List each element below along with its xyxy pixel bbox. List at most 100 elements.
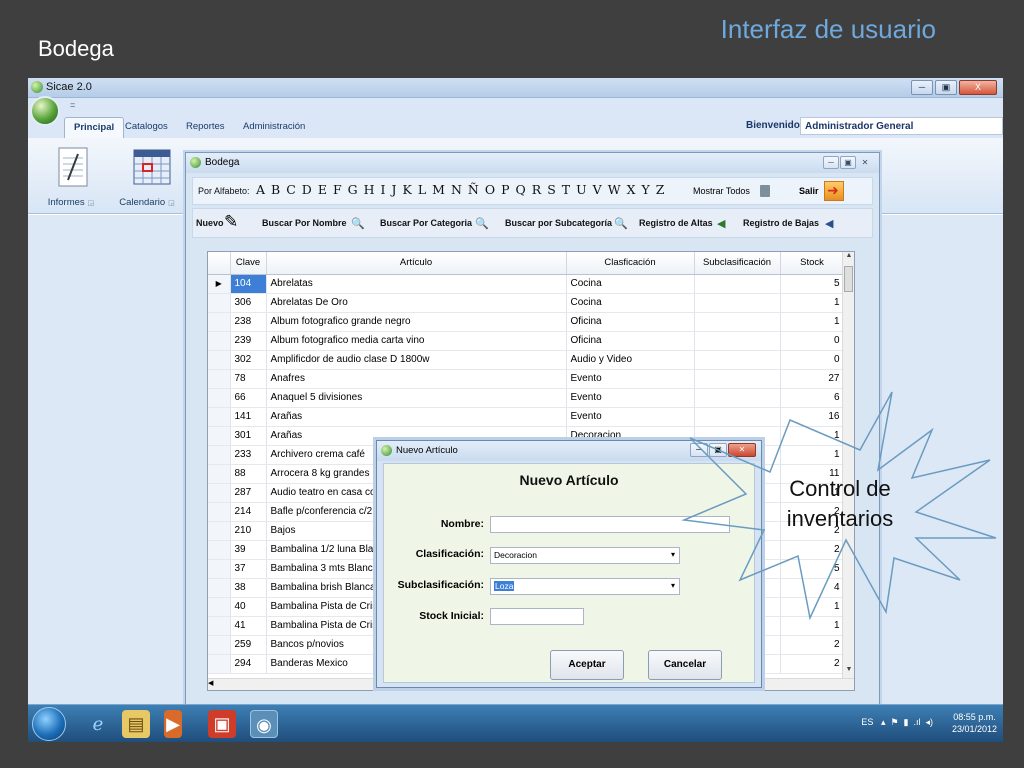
new-button[interactable]: Nuevo	[196, 218, 224, 228]
expander-icon[interactable]: ◲	[168, 200, 175, 207]
letter-filter-v[interactable]: V	[590, 182, 605, 197]
exit-button[interactable]: Salir	[799, 186, 819, 196]
ribbon-group-calendario[interactable]: Calendario ◲	[112, 140, 182, 210]
cell-clave[interactable]: 40	[230, 597, 267, 617]
scroll-up-icon[interactable]: ▲	[843, 252, 854, 264]
letter-filter-o[interactable]: O	[482, 182, 498, 197]
cell-stock[interactable]: 2	[780, 635, 845, 655]
column-header-stock[interactable]: Stock	[780, 252, 845, 275]
row-header[interactable]	[208, 540, 231, 560]
row-header[interactable]	[208, 407, 231, 427]
search-by-category-button[interactable]: Buscar Por Categoria	[380, 218, 472, 228]
maximize-button[interactable]: ▣	[840, 156, 856, 169]
letter-filter-b[interactable]: B	[268, 182, 283, 197]
powerpoint-icon[interactable]: ▣	[208, 710, 236, 738]
cell-clave[interactable]: 39	[230, 540, 267, 560]
quick-access-toolbar[interactable]: =	[70, 100, 75, 110]
letter-filter-d[interactable]: D	[299, 182, 315, 197]
tab-administracion[interactable]: Administración	[243, 121, 305, 132]
cell-stock[interactable]: 0	[780, 350, 845, 370]
row-header[interactable]	[208, 578, 231, 598]
letter-filter-k[interactable]: K	[400, 182, 415, 197]
language-indicator[interactable]: ES	[861, 717, 873, 727]
letter-filter-j[interactable]: J	[389, 182, 400, 197]
cell-clave[interactable]: 78	[230, 369, 267, 389]
cell-subclasificacion[interactable]	[694, 312, 781, 332]
cell-articulo[interactable]: Abrelatas	[266, 274, 567, 294]
column-header-clave[interactable]: Clave	[230, 252, 267, 275]
row-header[interactable]	[208, 331, 231, 351]
row-header[interactable]	[208, 464, 231, 484]
cell-clave[interactable]: 238	[230, 312, 267, 332]
stock-field[interactable]	[490, 608, 584, 625]
letter-filter-u[interactable]: U	[573, 182, 590, 197]
cell-articulo[interactable]: Album fotografico media carta vino	[266, 331, 567, 351]
row-header[interactable]	[208, 369, 231, 389]
letter-filter-ñ[interactable]: Ñ	[465, 182, 482, 197]
row-header[interactable]	[208, 388, 231, 408]
letter-filter-a[interactable]: A	[253, 182, 268, 197]
letter-filter-t[interactable]: T	[559, 182, 573, 197]
cell-articulo[interactable]: Anafres	[266, 369, 567, 389]
row-header[interactable]: ▶	[208, 274, 231, 294]
cell-clave[interactable]: 239	[230, 331, 267, 351]
search-by-name-button[interactable]: Buscar Por Nombre	[262, 218, 347, 228]
table-row[interactable]: 238 Album fotografico grande negro Oficina…	[208, 312, 845, 332]
accept-button[interactable]: Aceptar	[550, 650, 624, 680]
minimize-button[interactable]: ─	[911, 80, 933, 95]
letter-filter-n[interactable]: N	[448, 182, 465, 197]
cell-clasificacion[interactable]: Cocina	[566, 274, 695, 294]
cell-stock[interactable]: 2	[780, 654, 845, 674]
internet-explorer-icon[interactable]: ℯ	[84, 710, 112, 738]
folder-icon[interactable]: ▤	[122, 710, 150, 738]
media-player-icon[interactable]: ▶	[164, 710, 182, 738]
application-menu-orb[interactable]	[30, 96, 60, 126]
letter-filter-y[interactable]: Y	[638, 182, 652, 197]
column-header-subclasificacion[interactable]: Subclasificación	[694, 252, 781, 275]
close-button[interactable]: X	[959, 80, 997, 95]
scroll-left-icon[interactable]: ◀	[208, 680, 213, 687]
letter-filter-x[interactable]: X	[624, 182, 639, 197]
column-header-articulo[interactable]: Artículo	[266, 252, 567, 275]
scroll-thumb[interactable]	[844, 266, 853, 292]
cell-clave[interactable]: 88	[230, 464, 267, 484]
letter-filter-f[interactable]: F	[330, 182, 345, 197]
letter-filter-c[interactable]: C	[283, 182, 299, 197]
edit-document-icon[interactable]: ✎	[224, 212, 238, 232]
table-row[interactable]: 306 Abrelatas De Oro Cocina 1	[208, 293, 845, 313]
row-header[interactable]	[208, 293, 231, 313]
cell-articulo[interactable]: Abrelatas De Oro	[266, 293, 567, 313]
cell-articulo[interactable]: Album fotografico grande negro	[266, 312, 567, 332]
maximize-button[interactable]: ▣	[935, 80, 957, 95]
cell-clave[interactable]: 214	[230, 502, 267, 522]
letter-filter-m[interactable]: M	[429, 182, 448, 197]
cell-clave[interactable]: 294	[230, 654, 267, 674]
cell-articulo[interactable]: Amplificdor de audio clase D 1800w	[266, 350, 567, 370]
tab-reportes[interactable]: Reportes	[186, 121, 225, 132]
row-header[interactable]	[208, 654, 231, 674]
cell-clave[interactable]: 104	[230, 274, 267, 294]
cell-clave[interactable]: 66	[230, 388, 267, 408]
tab-catalogos[interactable]: Catalogos	[125, 121, 168, 132]
cancel-button[interactable]: Cancelar	[648, 650, 722, 680]
cell-clasificacion[interactable]: Cocina	[566, 293, 695, 313]
row-header[interactable]	[208, 350, 231, 370]
cell-clave[interactable]: 301	[230, 426, 267, 446]
bodega-title-bar[interactable]: Bodega ─ ▣ ✕	[186, 153, 879, 173]
cell-clave[interactable]: 141	[230, 407, 267, 427]
cell-stock[interactable]: 0	[780, 331, 845, 351]
minimize-button[interactable]: ─	[823, 156, 839, 169]
row-header[interactable]	[208, 312, 231, 332]
table-row[interactable]: 239 Album fotografico media carta vino Ofi…	[208, 331, 845, 351]
cell-clave[interactable]: 38	[230, 578, 267, 598]
cell-clave[interactable]: 233	[230, 445, 267, 465]
search-by-subcategory-button[interactable]: Buscar por Subcategoría	[505, 218, 612, 228]
letter-filter-g[interactable]: G	[345, 182, 361, 197]
row-header[interactable]	[208, 521, 231, 541]
table-row[interactable]: 302 Amplificdor de audio clase D 1800w Aud…	[208, 350, 845, 370]
letter-filter-s[interactable]: S	[544, 182, 559, 197]
register-additions-button[interactable]: Registro de Altas	[639, 218, 713, 228]
cell-clave[interactable]: 259	[230, 635, 267, 655]
cell-clasificacion[interactable]: Oficina	[566, 312, 695, 332]
cell-stock[interactable]: 5	[780, 274, 845, 294]
